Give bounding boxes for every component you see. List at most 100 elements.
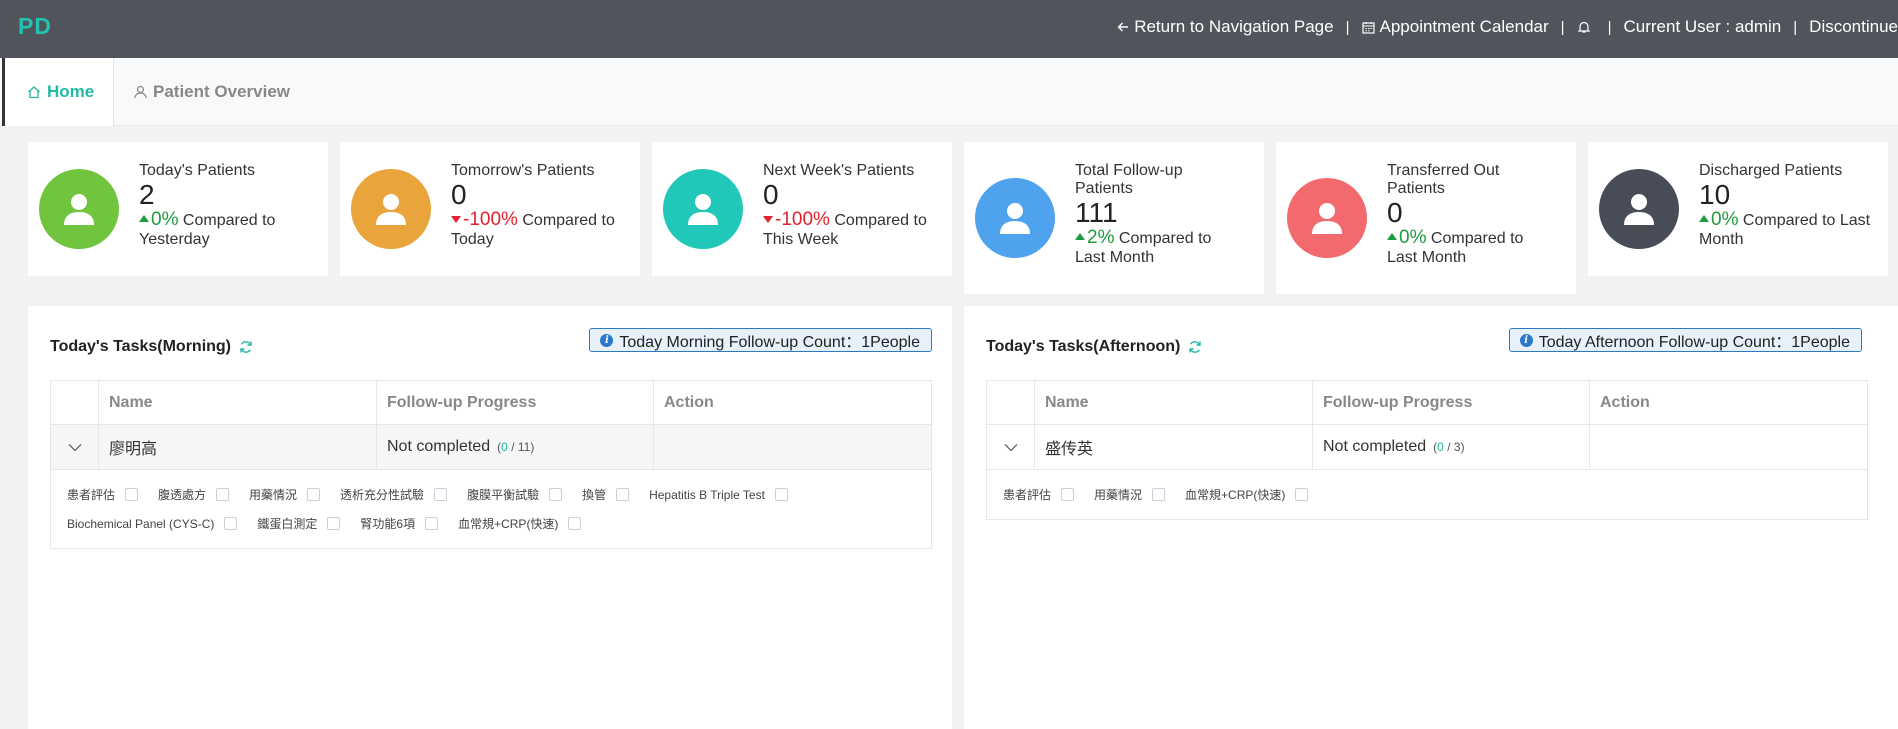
refresh-icon[interactable] — [1188, 340, 1202, 354]
item-checkbox[interactable] — [568, 517, 582, 530]
appointment-calendar-label: Appointment Calendar — [1379, 17, 1549, 36]
follow-up-item: 換管 — [582, 480, 630, 509]
patient-name: 廖明高 — [99, 425, 377, 469]
calendar-icon — [1361, 21, 1375, 34]
trend-down-icon — [451, 216, 461, 223]
stat-title: Total Follow-up Patients — [1075, 162, 1183, 197]
tab-home[interactable]: Home — [2, 58, 114, 126]
item-checkbox[interactable] — [774, 488, 788, 501]
discontinue-link[interactable]: Discontinue — [1809, 17, 1898, 37]
stat-avatar — [1599, 169, 1679, 249]
stat-value: 10 — [1699, 179, 1731, 210]
progress-status: Not completed — [1323, 438, 1427, 455]
progress-close: ) — [1460, 440, 1465, 454]
column-header-action: Action — [664, 393, 714, 411]
user-icon — [134, 85, 147, 99]
stat-card-total-follow-up: Total Follow-up Patients 111 2% Compared… — [964, 142, 1264, 294]
appointment-calendar-link[interactable]: Appointment Calendar — [1361, 17, 1549, 37]
nav-separator: | — [1793, 18, 1798, 36]
item-label: 腎功能6項 — [360, 517, 416, 531]
item-checkbox[interactable] — [307, 488, 321, 501]
tab-patient-overview[interactable]: Patient Overview — [134, 58, 290, 126]
table-row: 廖明高 Not completed (0 / 11) — [51, 425, 931, 470]
item-checkbox[interactable] — [1152, 488, 1166, 501]
item-label: 換管 — [582, 488, 607, 502]
item-checkbox[interactable] — [425, 517, 439, 530]
progress-total: 11 — [517, 440, 531, 454]
follow-up-count-badge: i Today Morning Follow-up Count：1People — [589, 328, 932, 352]
expand-toggle[interactable] — [51, 425, 99, 469]
stat-avatar — [975, 178, 1055, 258]
stat-percent: 0% — [1711, 209, 1739, 230]
follow-up-progress: Not completed (0 / 11) — [377, 425, 654, 469]
chevron-down-icon — [1004, 443, 1017, 451]
item-label: 血常規+CRP(快速) — [1185, 488, 1286, 502]
panel-title-text: Today's Tasks(Afternoon) — [986, 338, 1181, 355]
progress-done: 0 — [501, 440, 508, 454]
stat-title: Today's Patients — [139, 162, 256, 179]
follow-up-item: 血常規+CRP(快速) — [458, 509, 582, 538]
stat-percent: 0% — [1399, 227, 1427, 248]
item-checkbox[interactable] — [434, 488, 448, 501]
trend-up-icon — [139, 215, 149, 222]
home-icon — [28, 86, 40, 99]
return-navigation-link[interactable]: Return to Navigation Page — [1117, 17, 1334, 37]
follow-up-item: 腎功能6項 — [360, 509, 439, 538]
stat-value: 2 — [139, 179, 155, 210]
follow-up-item: Hepatitis B Triple Test — [649, 480, 788, 509]
stat-title: Discharged Patients — [1699, 162, 1843, 179]
panel-title: Today's Tasks(Morning) — [50, 338, 253, 356]
user-avatar-icon — [376, 194, 406, 225]
follow-up-item: 腹透處方 — [158, 480, 230, 509]
item-checkbox[interactable] — [125, 488, 139, 501]
item-checkbox[interactable] — [616, 488, 630, 501]
item-checkbox[interactable] — [327, 517, 341, 530]
item-checkbox[interactable] — [549, 488, 563, 501]
follow-up-item: 鐵蛋白測定 — [257, 509, 341, 538]
item-label: 血常規+CRP(快速) — [458, 517, 559, 531]
column-header-progress: Follow-up Progress — [1313, 381, 1590, 424]
item-label: Hepatitis B Triple Test — [649, 487, 765, 502]
tab-home-label: Home — [47, 82, 95, 101]
notification-bell[interactable] — [1577, 20, 1596, 34]
item-label: 患者評估 — [67, 488, 116, 502]
column-header-action: Action — [1600, 393, 1650, 411]
stat-card-today: Today's Patients 2 0% Compared to Yester… — [28, 142, 328, 276]
trend-up-icon — [1699, 215, 1709, 222]
item-label: 鐵蛋白測定 — [257, 517, 318, 531]
action-cell — [1590, 425, 1867, 469]
info-icon: i — [600, 333, 614, 347]
follow-up-progress: Not completed (0 / 3) — [1313, 425, 1590, 469]
follow-up-count-text: Today Morning Follow-up Count：1People — [619, 334, 920, 351]
item-checkbox[interactable] — [216, 488, 230, 501]
stat-title: Next Week's Patients — [763, 162, 915, 179]
expand-column-header — [987, 381, 1035, 424]
patient-name: 盛传英 — [1035, 425, 1313, 469]
expand-toggle[interactable] — [987, 425, 1035, 469]
stat-value: 0 — [1387, 197, 1403, 228]
current-user[interactable]: Current User : admin — [1623, 17, 1781, 37]
progress-slash: / — [1443, 440, 1454, 454]
item-label: 透析充分性試驗 — [340, 488, 425, 502]
stat-card-transferred-out: Transferred Out Patients 0 0% Compared t… — [1276, 142, 1576, 294]
item-label: 患者評估 — [1003, 488, 1052, 502]
table-header: Name Follow-up Progress Action — [51, 381, 931, 425]
item-checkbox[interactable] — [1295, 488, 1309, 501]
progress-slash: / — [507, 440, 518, 454]
panel-title: Today's Tasks(Afternoon) — [986, 338, 1202, 356]
item-label: 用藥情況 — [249, 488, 298, 502]
stat-avatar — [351, 169, 431, 249]
top-nav: Return to Navigation Page | Appointment … — [1117, 17, 1898, 37]
column-header-name: Name — [1035, 381, 1313, 424]
stat-card-tomorrow: Tomorrow's Patients 0 -100% Compared to … — [340, 142, 640, 276]
stat-percent: -100% — [463, 209, 518, 230]
item-checkbox[interactable] — [1061, 488, 1075, 501]
item-checkbox[interactable] — [224, 517, 238, 530]
refresh-icon[interactable] — [239, 340, 253, 354]
follow-up-item-list: 患者評估 用藥情況 血常規+CRP(快速) — [987, 470, 1867, 519]
progress-done: 0 — [1437, 440, 1444, 454]
chevron-down-icon — [68, 443, 81, 451]
action-cell — [654, 425, 931, 469]
tab-patient-overview-label: Patient Overview — [153, 82, 291, 101]
follow-up-count-badge: i Today Afternoon Follow-up Count：1Peopl… — [1508, 328, 1862, 352]
